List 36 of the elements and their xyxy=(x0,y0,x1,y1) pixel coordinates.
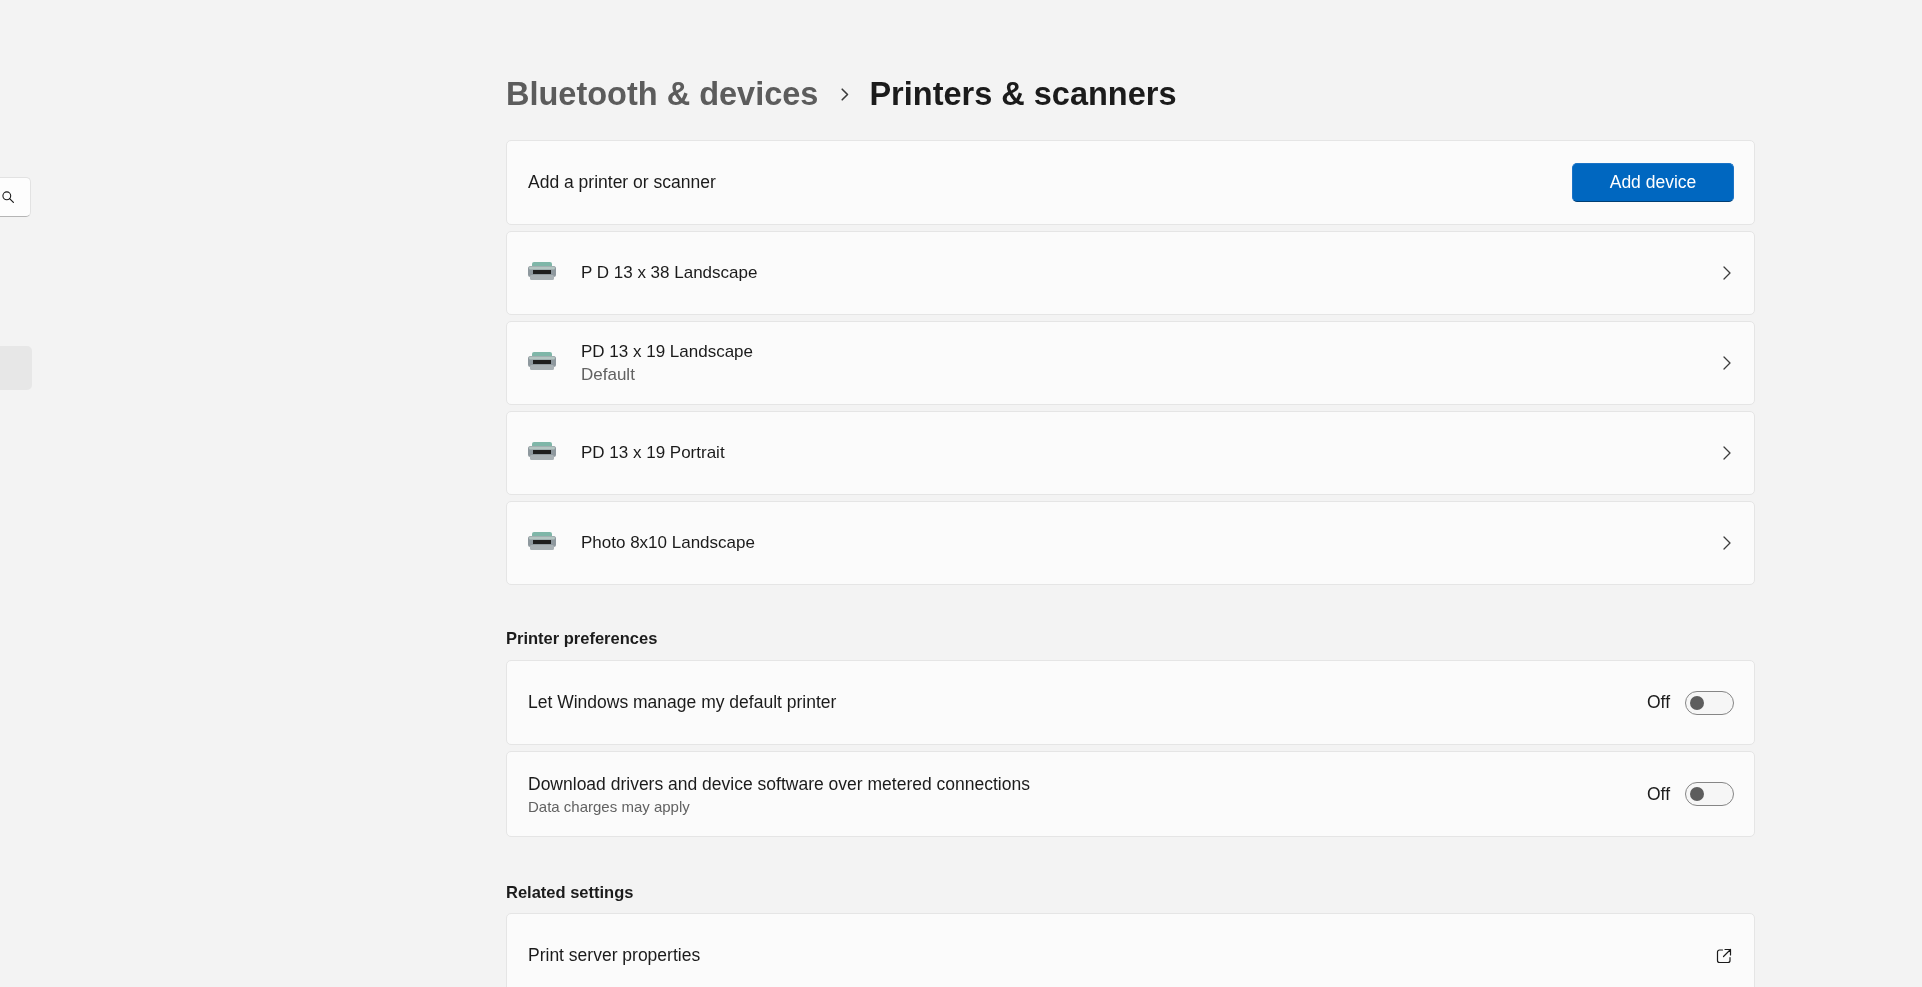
settings-link-label: Print server properties xyxy=(528,945,702,966)
external-link-icon xyxy=(1716,947,1732,964)
search-field[interactable] xyxy=(0,177,31,217)
printer-icon xyxy=(528,442,556,460)
printer-icon xyxy=(528,352,556,370)
printer-name: PD 13 x 19 Landscape xyxy=(581,341,754,362)
printer-name: PD 13 x 19 Portrait xyxy=(581,443,726,463)
printer-row[interactable]: Photo 8x10 Landscape xyxy=(506,501,1755,585)
printer-row[interactable]: PD 13 x 19 Portrait xyxy=(506,411,1755,495)
toggle-state-label: Off xyxy=(1646,692,1670,713)
toggle-switch[interactable] xyxy=(1685,782,1734,806)
setting-label: Download drivers and device software over metered connections xyxy=(528,773,1031,795)
section-heading: Printer preferences xyxy=(506,628,659,649)
toggle-switch[interactable] xyxy=(1685,690,1734,715)
chevron-right-icon xyxy=(1723,446,1731,460)
add-printer-label: Add a printer or scanner xyxy=(528,172,717,193)
printer-name: P D 13 x 38 Landscape xyxy=(581,263,759,283)
toggle-state-label: Off xyxy=(1646,783,1670,805)
printer-icon xyxy=(528,532,556,550)
printer-row[interactable]: PD 13 x 19 Landscape Default xyxy=(506,321,1755,405)
setting-label: Let Windows manage my default printer xyxy=(528,692,838,713)
chevron-right-icon xyxy=(841,88,850,101)
printer-icon xyxy=(528,262,556,280)
printer-status: Default xyxy=(581,364,636,385)
settings-link-row[interactable]: Print server properties xyxy=(506,913,1755,987)
search-icon xyxy=(2,191,14,203)
breadcrumb-link[interactable]: Bluetooth & devices xyxy=(506,76,819,113)
add-device-button[interactable]: Add device xyxy=(1572,163,1734,202)
chevron-right-icon xyxy=(1723,536,1731,550)
chevron-right-icon xyxy=(1723,266,1731,280)
page-title: Printers & scanners xyxy=(869,76,1177,113)
section-heading: Related settings xyxy=(506,882,635,903)
setting-description: Data charges may apply xyxy=(528,797,691,815)
printer-name: Photo 8x10 Landscape xyxy=(581,533,756,553)
printer-row[interactable]: P D 13 x 38 Landscape xyxy=(506,231,1755,315)
chevron-right-icon xyxy=(1723,356,1731,370)
